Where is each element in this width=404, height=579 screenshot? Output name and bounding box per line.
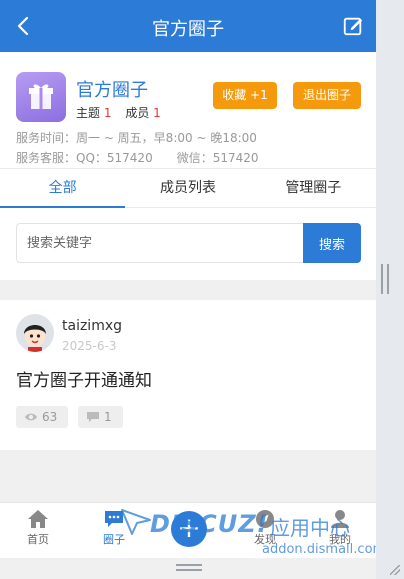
tab-manage[interactable]: 管理圈子 (251, 169, 376, 207)
service-contact: 服务客服：QQ：517420 微信：517420 (16, 151, 259, 165)
tab-members[interactable]: 成员列表 (125, 169, 250, 207)
quit-group-button[interactable]: 退出圈子 (293, 82, 361, 109)
gift-icon (29, 84, 53, 109)
nav-discover-label: 发现 (254, 533, 276, 546)
user-avatar-icon (16, 314, 54, 352)
plus-icon[interactable]: + (171, 511, 207, 547)
group-name[interactable]: 官方圈子 (76, 76, 148, 102)
views-badge: 63 (16, 406, 68, 428)
post-item[interactable]: taizimxg 2025-6-3 官方圈子开通通知 63 1 (0, 300, 376, 450)
bottom-nav: 首页 圈子 + 发现 我的 (0, 502, 376, 558)
vertical-scrollbar[interactable] (376, 0, 404, 579)
eye-icon (25, 413, 37, 421)
nav-discover[interactable]: 发现 (240, 507, 290, 547)
page-title: 官方圈子 (152, 19, 224, 40)
top-bar: 官方圈子 (0, 0, 376, 52)
topics-count: 1 (103, 106, 112, 120)
resize-handle-icon[interactable] (381, 264, 389, 294)
nav-home-label: 首页 (27, 533, 49, 546)
views-count: 63 (42, 410, 58, 424)
avatar[interactable] (16, 314, 54, 352)
chat-icon (105, 511, 123, 527)
section-divider (0, 280, 376, 300)
search-button[interactable]: 搜索 (303, 223, 361, 263)
group-header: 官方圈子 主题 1 成员 1 收藏 +1 退出圈子 服务时间：周一 ~ 周五，早… (0, 52, 376, 168)
bottom-resize-handle[interactable] (176, 564, 202, 571)
user-icon (331, 510, 349, 528)
search-bar: 搜索 (0, 208, 376, 280)
nav-me-label: 我的 (329, 533, 351, 546)
nav-groups[interactable]: 圈子 (89, 507, 139, 547)
service-hours: 服务时间：周一 ~ 周五，早8:00 ~ 晚18:00 (16, 131, 257, 145)
topics-label: 主题 (76, 106, 101, 120)
app-window: 官方圈子 官方圈子 主题 1 成员 1 收藏 +1 退出圈子 服务时间：周一 ~… (0, 0, 376, 579)
resize-corner-icon[interactable] (390, 565, 400, 575)
nav-groups-label: 圈子 (103, 533, 125, 546)
post-title[interactable]: 官方圈子开通通知 (16, 366, 152, 391)
members-count: 1 (153, 106, 161, 120)
group-stats: 主题 1 成员 1 (76, 104, 171, 121)
compass-icon (256, 510, 274, 528)
replies-badge: 1 (78, 406, 123, 428)
comment-icon (87, 412, 99, 422)
favorite-button[interactable]: 收藏 +1 (213, 82, 277, 109)
nav-home[interactable]: 首页 (13, 507, 63, 547)
home-icon (28, 510, 48, 528)
tab-bar: 全部 成员列表 管理圈子 (0, 168, 376, 208)
post-author[interactable]: taizimxg (62, 318, 122, 334)
group-logo (16, 72, 66, 122)
post-date: 2025-6-3 (62, 339, 117, 353)
replies-count: 1 (104, 410, 112, 424)
members-label: 成员 (125, 106, 150, 120)
edit-icon[interactable] (342, 15, 364, 37)
tab-all[interactable]: 全部 (0, 169, 125, 207)
search-input[interactable] (16, 223, 304, 263)
nav-me[interactable]: 我的 (315, 507, 365, 547)
